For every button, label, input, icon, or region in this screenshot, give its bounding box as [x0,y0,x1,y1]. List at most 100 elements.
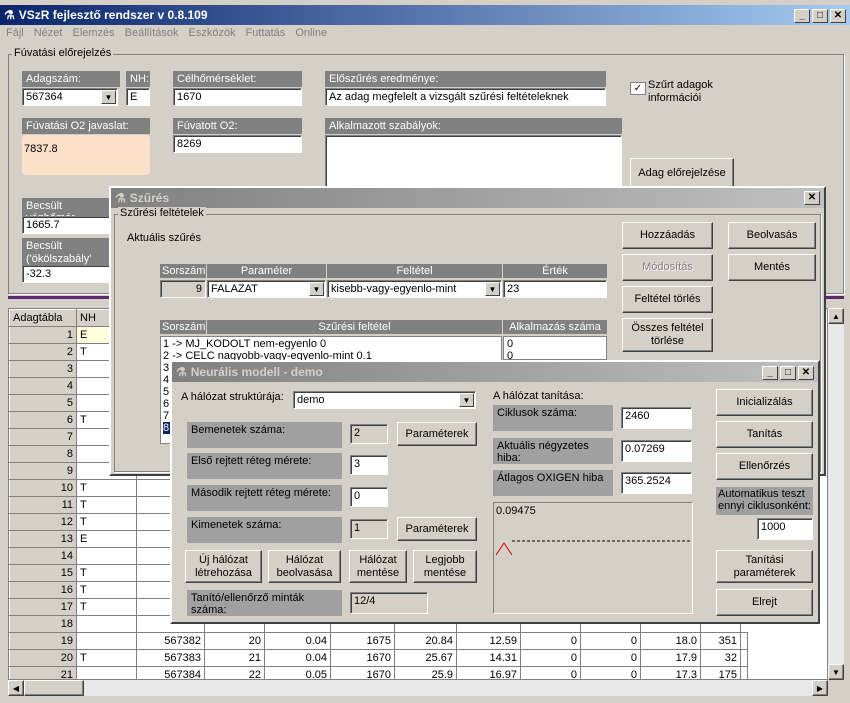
chevron-down-icon[interactable]: ▼ [309,282,324,296]
auto-field[interactable]: 1000 [757,518,813,540]
row-cell-e[interactable]: 20.84 [394,632,457,650]
row-cell-g[interactable]: 0 [520,666,581,679]
inicializalas-button[interactable]: Inicializálás [716,389,813,416]
parameterek-button-2[interactable]: Paraméterek [397,517,477,541]
minimize-button[interactable]: _ [794,9,810,23]
scroll-thumb[interactable] [24,680,84,696]
row-nh[interactable]: E [76,530,137,548]
row-nh[interactable] [76,666,137,679]
row-nh[interactable] [76,615,137,633]
scroll-left-icon[interactable]: ◀ [8,680,24,696]
row-cell-a[interactable]: 567382 [136,632,205,650]
menu-item-0[interactable]: Fájl [6,27,24,39]
row-nh[interactable]: T [76,581,137,599]
table-row[interactable]: 19 567382 20 0.04 1675 20.84 12.59 0 0 18.0 351 [9,632,748,650]
row-cell-i[interactable]: 17.9 [640,649,701,667]
parameterek-button-1[interactable]: Paraméterek [397,422,477,446]
vertical-scrollbar[interactable]: ▲ ▼ [828,308,844,680]
row-cell-a[interactable]: 567384 [136,666,205,679]
row-cell-d[interactable]: 1670 [330,666,395,679]
ertek-field[interactable]: 23 [503,280,607,298]
row-cell-g[interactable]: 0 [520,649,581,667]
row-cell-d[interactable]: 1675 [330,632,395,650]
row-cell-b[interactable]: 20 [204,632,265,650]
beolvasas-button[interactable]: Beolvasás [728,222,816,249]
row-nh[interactable] [76,632,137,650]
osszes-torles-button[interactable]: Összes feltétel törlése [622,318,713,352]
row-nh[interactable]: T [76,649,137,667]
row-nh[interactable] [76,547,137,565]
szurt-checkbox[interactable]: ✓ [630,82,646,95]
chevron-down-icon[interactable]: ▼ [459,393,474,407]
row-cell-f[interactable]: 14.31 [456,649,521,667]
row-nh[interactable]: T [76,479,137,497]
szures-close-button[interactable]: ✕ [804,191,820,205]
ellenorzes-button[interactable]: Ellenőrzés [716,453,813,480]
row-cell-g[interactable]: 0 [520,632,581,650]
menu-item-6[interactable]: Online [295,27,327,39]
neural-maximize-button[interactable]: □ [780,366,796,380]
adag-elorejelzes-button[interactable]: Adag előrejelzése [630,158,734,188]
modositas-button[interactable]: Módosítás [622,254,713,281]
row-cell-b[interactable]: 22 [204,666,265,679]
row-cell-f[interactable]: 12.59 [456,632,521,650]
row-cell-e[interactable]: 25.9 [394,666,457,679]
row-nh[interactable]: T [76,598,137,616]
horizontal-scrollbar[interactable]: ◀ ▶ [8,680,828,696]
scroll-right-icon[interactable]: ▶ [812,680,828,696]
row-cell-j[interactable]: 32 [700,649,741,667]
neural-minimize-button[interactable]: _ [762,366,778,380]
menu-item-2[interactable]: Elemzés [72,27,114,39]
table-row[interactable]: 20 T 567383 21 0.04 1670 25.67 14.31 0 0 17.9 32 [9,649,748,667]
fuvatott-field[interactable]: 8269 [173,135,302,153]
chevron-down-icon[interactable]: ▼ [485,282,500,296]
menu-item-4[interactable]: Eszközök [188,27,235,39]
szabalyok-textarea[interactable] [325,135,622,187]
celhom-field[interactable]: 1670 [173,88,302,106]
masodik-field[interactable]: 0 [350,487,388,507]
struktura-select[interactable]: demo ▼ [293,391,476,409]
row-cell-c[interactable]: 0.05 [264,666,331,679]
elso-field[interactable]: 3 [350,455,388,475]
row-cell-c[interactable]: 0.04 [264,649,331,667]
tanitas-button[interactable]: Tanítás [716,421,813,448]
row-cell-f[interactable]: 16.97 [456,666,521,679]
list-item[interactable]: 1 -> MJ_KODOLT nem-egyenlo 0 [163,338,499,350]
row-cell-a[interactable]: 567383 [136,649,205,667]
feltetel-select[interactable]: kisebb-vagy-egyenlo-mint ▼ [327,280,502,298]
hozzaadas-button[interactable]: Hozzáadás [622,222,713,249]
row-cell-b[interactable]: 21 [204,649,265,667]
menu-item-5[interactable]: Futtatás [246,27,286,39]
elrejt-button[interactable]: Elrejt [716,589,813,616]
mentes-button[interactable]: Mentés [728,254,816,281]
table-row[interactable]: 21 567384 22 0.05 1670 25.9 16.97 0 0 17.3 175 [9,666,748,679]
close-button[interactable]: ✕ [830,9,846,23]
maximize-button[interactable]: □ [812,9,828,23]
feltetel-torles-button[interactable]: Feltétel törlés [622,286,713,313]
neural-close-button[interactable]: ✕ [798,366,814,380]
row-cell-j[interactable]: 175 [700,666,741,679]
row-nh[interactable]: T [76,496,137,514]
parameter-select[interactable]: FALAZAT ▼ [207,280,326,298]
row-nh[interactable]: T [76,513,137,531]
adagszam-select[interactable]: 567364 ▼ [22,88,118,106]
tanitasi-parameterek-button[interactable]: Tanítási paraméterek [716,550,813,583]
legjobb-mentese-button[interactable]: Legjobb mentése [413,550,477,583]
nh-field[interactable]: E [126,88,150,106]
row-cell-c[interactable]: 0.04 [264,632,331,650]
row-nh[interactable]: T [76,564,137,582]
scroll-down-icon[interactable]: ▼ [828,664,844,680]
row-cell-d[interactable]: 1670 [330,649,395,667]
uj-halozat-button[interactable]: Új hálózat létrehozása [185,550,262,583]
row-cell-h[interactable]: 0 [580,666,641,679]
row-cell-i[interactable]: 18.0 [640,632,701,650]
halozat-mentese-button[interactable]: Hálózat mentése [349,550,407,583]
chevron-down-icon[interactable]: ▼ [101,90,116,104]
scroll-up-icon[interactable]: ▲ [828,308,844,324]
menu-item-1[interactable]: Nézet [34,27,63,39]
row-cell-j[interactable]: 351 [700,632,741,650]
menu-item-3[interactable]: Beállítások [125,27,179,39]
halozat-beolvasasa-button[interactable]: Hálózat beolvasása [268,550,341,583]
row-cell-i[interactable]: 17.3 [640,666,701,679]
row-cell-h[interactable]: 0 [580,632,641,650]
